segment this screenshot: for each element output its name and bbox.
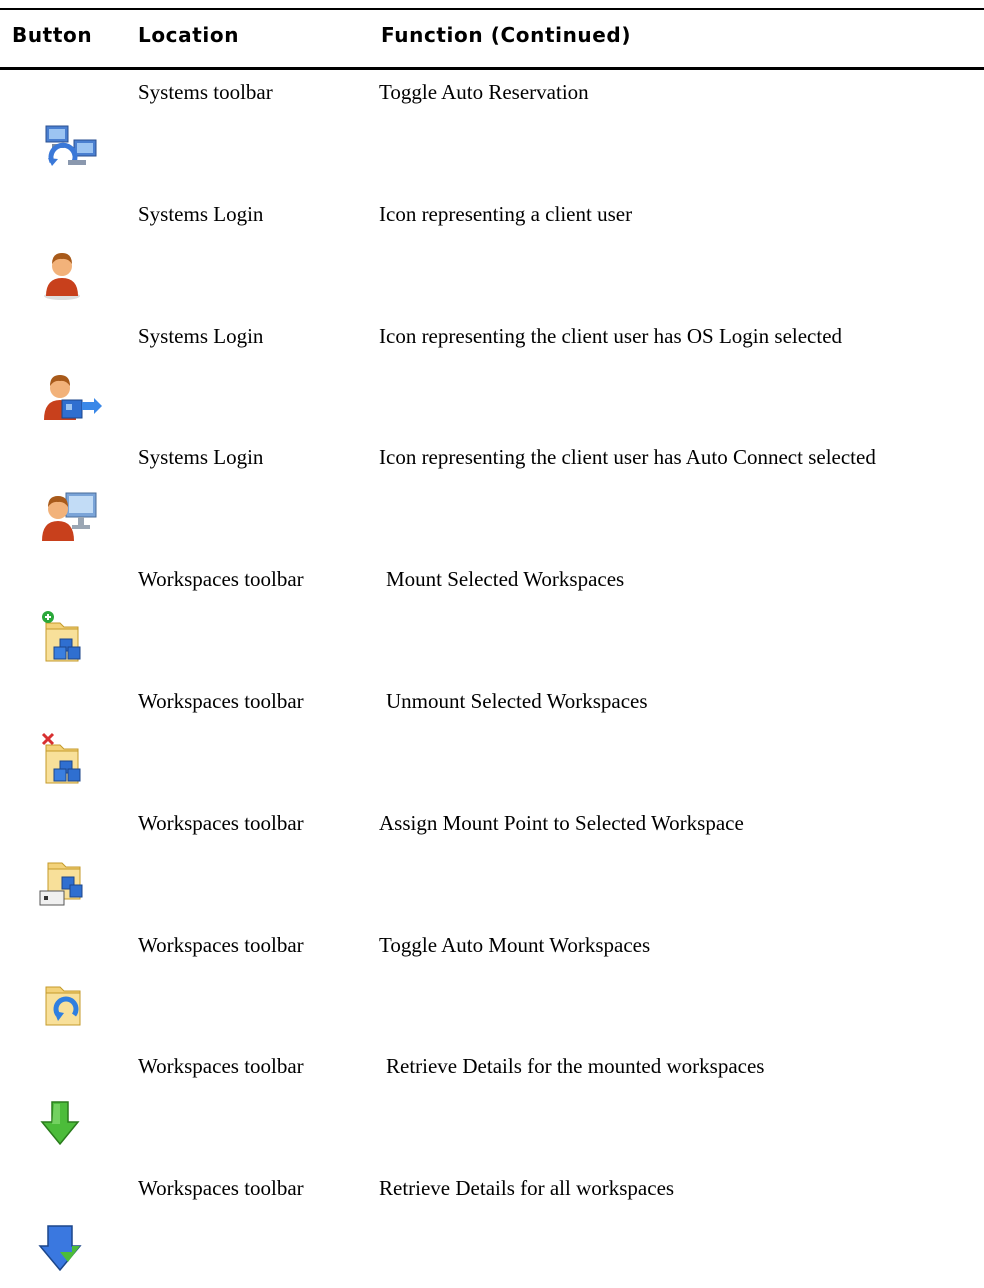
table-row: Workspaces toolbar Retrieve Details for … — [0, 1166, 984, 1288]
location-cell: Workspaces toolbar — [138, 1176, 304, 1201]
function-cell: Toggle Auto Reservation — [379, 80, 589, 104]
header-function: Function (Continued) — [381, 23, 632, 47]
blue-down-arrow-icon — [38, 1218, 110, 1276]
function-cell: Unmount Selected Workspaces — [386, 688, 648, 713]
function-cell: Icon representing the client user has Au… — [379, 445, 876, 470]
location-cell: Systems toolbar — [138, 80, 273, 104]
header-button: Button — [12, 23, 93, 47]
table-row: Workspaces toolbar Unmount Selected Work… — [0, 679, 984, 801]
location-cell: Workspaces toolbar — [138, 1054, 304, 1079]
function-cell: Mount Selected Workspaces — [386, 567, 625, 592]
button-table: Systems toolbar Toggle Auto Reservation … — [0, 70, 984, 1288]
location-cell: Workspaces toolbar — [138, 932, 304, 957]
location-cell: Systems Login — [138, 201, 264, 226]
unmount-workspace-icon — [38, 731, 110, 789]
function-cell: Icon representing a client user — [379, 201, 633, 226]
table-row: Systems toolbar Toggle Auto Reservation — [0, 70, 984, 192]
function-cell: Icon representing the client user has OS… — [379, 323, 843, 348]
table-row: Systems Login Icon representing the clie… — [0, 435, 984, 557]
location-cell: Systems Login — [138, 445, 264, 470]
location-cell: Systems Login — [138, 323, 264, 348]
location-cell: Workspaces toolbar — [138, 688, 304, 713]
assign-mount-point-icon — [38, 853, 110, 911]
table-row: Workspaces toolbar Toggle Auto Mount Wor… — [0, 923, 984, 1045]
table-row: Systems Login Icon representing a client… — [0, 192, 984, 314]
table-row: Workspaces toolbar Assign Mount Point to… — [0, 801, 984, 923]
user-auto-connect-icon — [38, 487, 110, 545]
table-row: Systems Login Icon representing the clie… — [0, 314, 984, 436]
table-row: Workspaces toolbar Retrieve Details for … — [0, 1044, 984, 1166]
client-user-icon — [38, 244, 110, 302]
mount-workspace-icon — [38, 609, 110, 667]
table-row: Workspaces toolbar Mount Selected Worksp… — [0, 557, 984, 679]
function-cell: Assign Mount Point to Selected Workspace — [379, 810, 744, 835]
user-os-login-icon — [38, 366, 110, 424]
header-location: Location — [138, 23, 240, 47]
network-reservation-icon — [38, 122, 110, 180]
top-rule — [0, 8, 984, 10]
function-cell: Retrieve Details for the mounted workspa… — [386, 1054, 765, 1079]
location-cell: Workspaces toolbar — [138, 810, 304, 835]
location-cell: Workspaces toolbar — [138, 567, 304, 592]
green-down-arrow-icon — [38, 1096, 110, 1154]
function-cell: Toggle Auto Mount Workspaces — [379, 932, 651, 957]
auto-mount-icon — [38, 975, 110, 1033]
function-cell: Retrieve Details for all workspaces — [379, 1176, 675, 1201]
